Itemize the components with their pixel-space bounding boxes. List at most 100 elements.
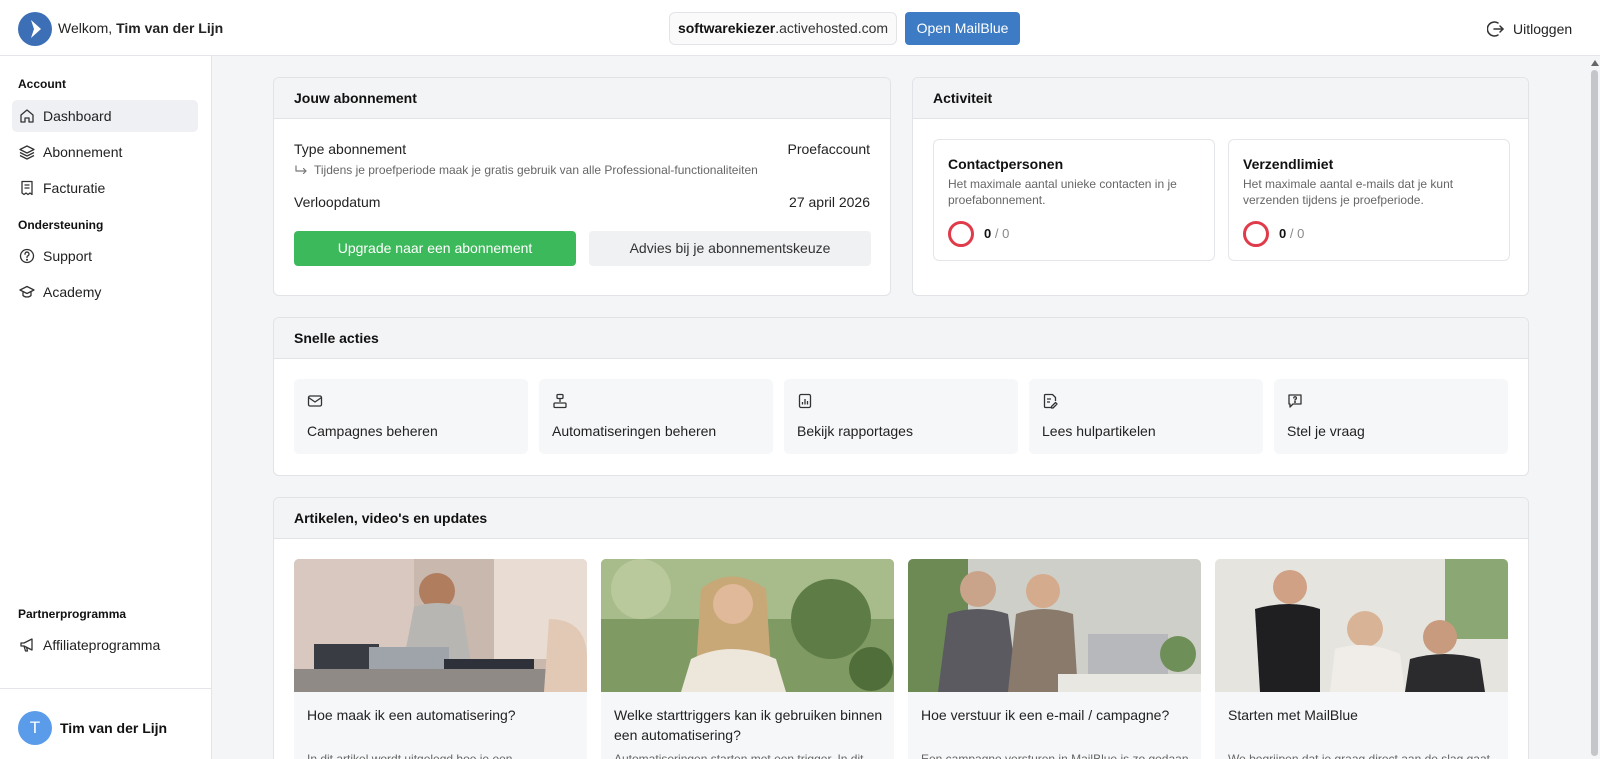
contacts-progress-ring bbox=[948, 221, 974, 247]
activity-card-title: Activiteit bbox=[913, 78, 1528, 119]
send-limit-separator: / bbox=[1286, 226, 1298, 241]
expiry-label: Verloopdatum bbox=[294, 194, 381, 210]
send-limit-progress-ring bbox=[1243, 221, 1269, 247]
upgrade-button[interactable]: Upgrade naar een abonnement bbox=[294, 231, 576, 266]
logout-button[interactable]: Uitloggen bbox=[1487, 19, 1572, 39]
quick-action-label: Bekijk rapportages bbox=[797, 423, 913, 439]
sidebar-item-support[interactable]: Support bbox=[12, 240, 198, 272]
activity-card: Activiteit Contactpersonen Het maximale … bbox=[912, 77, 1529, 296]
logout-icon bbox=[1487, 21, 1504, 37]
quick-action-label: Campagnes beheren bbox=[307, 423, 438, 439]
open-mailblue-button[interactable]: Open MailBlue bbox=[905, 12, 1020, 45]
top-header: Welkom, Tim van der Lijn softwarekiezer.… bbox=[0, 0, 1600, 56]
sidebar-item-label: Academy bbox=[43, 284, 102, 300]
article-card[interactable]: Welke starttriggers kan ik gebruiken bin… bbox=[601, 559, 894, 759]
logout-label: Uitloggen bbox=[1513, 21, 1573, 37]
article-excerpt: We begrijpen dat je graag direct aan de … bbox=[1228, 752, 1490, 759]
send-limit-box: Verzendlimiet Het maximale aantal e-mail… bbox=[1228, 139, 1510, 261]
quick-action-campaigns[interactable]: Campagnes beheren bbox=[294, 379, 528, 454]
subscription-type-label: Type abonnement bbox=[294, 141, 407, 157]
question-message-icon bbox=[1288, 394, 1302, 408]
article-card[interactable]: Hoe maak ik een automatisering? In dit a… bbox=[294, 559, 587, 759]
quick-action-help-articles[interactable]: Lees hulpartikelen bbox=[1029, 379, 1263, 454]
sidebar-user-name: Tim van der Lijn bbox=[60, 720, 168, 736]
article-image bbox=[1215, 559, 1508, 692]
quick-action-reports[interactable]: Bekijk rapportages bbox=[784, 379, 1018, 454]
sidebar-item-facturatie[interactable]: Facturatie bbox=[12, 172, 198, 204]
quick-actions-card: Snelle acties Campagnes beheren Automati… bbox=[273, 317, 1529, 476]
receipt-icon bbox=[21, 180, 33, 196]
welcome-user-name: Tim van der Lijn bbox=[116, 20, 224, 36]
megaphone-icon bbox=[20, 638, 33, 652]
sidebar-item-label: Affiliateprogramma bbox=[43, 637, 161, 653]
contacts-description: Het maximale aantal unieke contacten in … bbox=[948, 177, 1177, 207]
page-scrollbar[interactable] bbox=[1589, 56, 1600, 759]
article-title: Starten met MailBlue bbox=[1228, 707, 1358, 723]
sidebar-section-support: Ondersteuning bbox=[18, 218, 104, 232]
trial-note-text: Tijdens je proefperiode maak je gratis g… bbox=[314, 163, 758, 177]
send-limit-title: Verzendlimiet bbox=[1243, 156, 1334, 172]
subscription-card-title: Jouw abonnement bbox=[274, 78, 890, 119]
sidebar-item-dashboard[interactable]: Dashboard bbox=[12, 100, 198, 132]
contacts-limit: 0 bbox=[1002, 226, 1010, 241]
mail-icon bbox=[307, 395, 323, 407]
welcome-prefix: Welkom, bbox=[58, 20, 113, 36]
article-title: Welke starttriggers kan ik gebruiken bin… bbox=[614, 707, 883, 743]
article-image bbox=[908, 559, 1201, 692]
domain-rest: .activehosted.com bbox=[775, 20, 889, 36]
scrollbar-thumb[interactable] bbox=[1591, 70, 1598, 756]
avatar: T bbox=[18, 711, 52, 745]
subscription-card: Jouw abonnement Type abonnement Proefacc… bbox=[273, 77, 891, 296]
sidebar-item-label: Dashboard bbox=[43, 108, 112, 124]
article-excerpt: Een campagne versturen in MailBlue is zo… bbox=[921, 752, 1189, 759]
sidebar-item-label: Abonnement bbox=[43, 144, 123, 160]
sidebar: Account Dashboard Abonnement Facturatie … bbox=[0, 56, 212, 759]
welcome-text: Welkom, Tim van der Lijn bbox=[58, 20, 223, 36]
account-domain: softwarekiezer.activehosted.com bbox=[669, 12, 897, 45]
contacts-separator: / bbox=[991, 226, 1003, 241]
subscription-type-value: Proefaccount bbox=[787, 141, 871, 157]
graduation-cap-icon bbox=[19, 285, 35, 298]
article-title: Hoe verstuur ik een e-mail / campagne? bbox=[921, 707, 1170, 723]
article-image bbox=[601, 559, 894, 692]
sidebar-item-affiliate[interactable]: Affiliateprogramma bbox=[12, 629, 198, 661]
contacts-count: 0 / 0 bbox=[984, 226, 1009, 241]
subscription-type-row: Type abonnement Proefaccount bbox=[294, 141, 870, 157]
articles-card: Artikelen, video's en updates Hoe maak i… bbox=[273, 497, 1529, 759]
article-image bbox=[294, 559, 587, 692]
corner-arrow-icon bbox=[295, 165, 307, 175]
send-limit-description: Het maximale aantal e-mails dat je kunt … bbox=[1243, 177, 1454, 207]
expiry-value: 27 april 2026 bbox=[789, 194, 870, 210]
sidebar-section-partner: Partnerprogramma bbox=[18, 607, 127, 621]
trial-note: Tijdens je proefperiode maak je gratis g… bbox=[294, 163, 758, 177]
mailblue-logo-icon[interactable] bbox=[18, 12, 52, 46]
quick-actions-title: Snelle acties bbox=[274, 318, 1528, 359]
sidebar-section-account: Account bbox=[18, 77, 66, 91]
article-title: Hoe maak ik een automatisering? bbox=[307, 707, 516, 723]
sidebar-item-label: Facturatie bbox=[43, 180, 106, 196]
sidebar-item-academy[interactable]: Academy bbox=[12, 276, 198, 308]
sidebar-user-footer[interactable]: T Tim van der Lijn bbox=[0, 688, 211, 759]
scroll-up-arrow-icon[interactable] bbox=[1591, 60, 1599, 66]
article-excerpt: In dit artikel wordt uitgelegd hoe je ee… bbox=[307, 752, 513, 759]
contacts-usage-box: Contactpersonen Het maximale aantal unie… bbox=[933, 139, 1215, 261]
send-limit-limit: 0 bbox=[1297, 226, 1305, 241]
contacts-title: Contactpersonen bbox=[948, 156, 1064, 172]
quick-action-automations[interactable]: Automatiseringen beheren bbox=[539, 379, 773, 454]
quick-action-label: Automatiseringen beheren bbox=[552, 423, 717, 439]
sidebar-item-abonnement[interactable]: Abonnement bbox=[12, 136, 198, 168]
quick-action-label: Lees hulpartikelen bbox=[1042, 423, 1156, 439]
article-card[interactable]: Starten met MailBlue We begrijpen dat je… bbox=[1215, 559, 1508, 759]
chart-file-icon bbox=[798, 393, 812, 409]
sidebar-item-label: Support bbox=[43, 248, 93, 264]
send-limit-count: 0 / 0 bbox=[1279, 226, 1304, 241]
articles-title: Artikelen, video's en updates bbox=[274, 498, 1528, 539]
article-card[interactable]: Hoe verstuur ik een e-mail / campagne? E… bbox=[908, 559, 1201, 759]
article-excerpt: Automatiseringen starten met een trigger… bbox=[614, 752, 864, 759]
layers-icon bbox=[19, 145, 35, 160]
subscription-advice-button[interactable]: Advies bij je abonnementskeuze bbox=[589, 231, 871, 266]
quick-action-ask-question[interactable]: Stel je vraag bbox=[1274, 379, 1508, 454]
document-edit-icon bbox=[1043, 393, 1058, 409]
help-circle-icon bbox=[19, 248, 35, 264]
subscription-expiry-row: Verloopdatum 27 april 2026 bbox=[294, 194, 870, 210]
